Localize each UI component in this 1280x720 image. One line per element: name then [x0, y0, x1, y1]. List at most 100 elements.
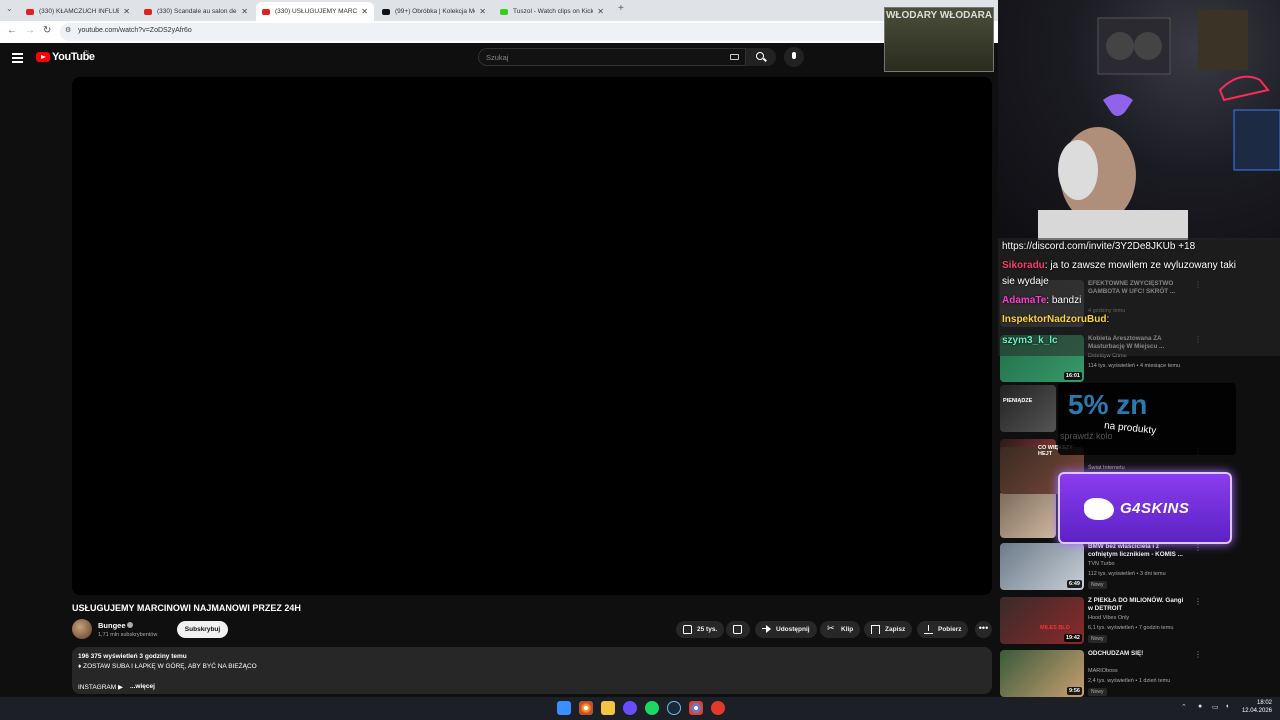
video-thumbnail[interactable]: 6:49 [1000, 543, 1084, 590]
close-icon[interactable]: ✕ [123, 7, 130, 16]
recommended-video[interactable]: 19:42 Z PIEKŁA DO MILIONÓW. Gangi w DETRO… [1000, 597, 1205, 644]
promo-discount-text: 5% zn [1068, 389, 1148, 420]
close-icon[interactable]: ✕ [479, 7, 486, 16]
steam-icon[interactable] [667, 701, 681, 715]
tab-label: (330) USŁUGUJEMY MARCINO... [275, 8, 358, 15]
search-placeholder: Szukaj [486, 53, 509, 62]
tab-label: (330) KŁAMCZUCH INFLUENCE... [39, 8, 120, 15]
tab-1[interactable]: (330) KŁAMCZUCH INFLUENCE... ✕ [20, 2, 136, 21]
recommended-meta: 6,1 tys. wyświetleń • 7 godzin temu [1088, 625, 1174, 631]
keyboard-icon[interactable] [730, 54, 739, 60]
monitor-tray-icon[interactable]: ▭ [1212, 703, 1219, 711]
recommended-title[interactable]: BMW bez właściciela i z cofniętym liczni… [1088, 543, 1188, 559]
recommended-video[interactable]: 6:49 BMW bez właściciela i z cofniętym li… [1000, 543, 1205, 590]
tab-label: (99+) Obróbka | Kolekcja Mój Si... [395, 8, 475, 15]
video-thumbnail[interactable]: 9:56 [1000, 650, 1084, 697]
menu-icon[interactable] [12, 53, 23, 63]
scissors-icon [827, 623, 836, 634]
poster-text: WŁODARY WŁODARA [885, 10, 993, 21]
reload-icon[interactable]: ↻ [43, 25, 51, 36]
more-options-icon[interactable]: ⋮ [1194, 650, 1202, 659]
share-button[interactable]: Udostępnij [755, 621, 817, 638]
tab-3-active[interactable]: (330) USŁUGUJEMY MARCINO... ✕ [256, 2, 374, 21]
video-thumbnail[interactable] [1000, 491, 1056, 538]
youtube-icon [144, 8, 152, 15]
spotify-icon[interactable] [645, 701, 659, 715]
file-explorer-icon[interactable] [601, 701, 615, 715]
stream-chat-overlay: https://discord.com/invite/3Y2De8JKUb +1… [998, 238, 1280, 356]
channel-name[interactable]: Bungee [98, 621, 126, 630]
close-icon[interactable]: ✕ [361, 7, 368, 16]
windows-start-icon[interactable] [557, 701, 571, 715]
speaker-tray-icon[interactable]: ◖ [1225, 703, 1229, 710]
chrome-alt-icon[interactable] [689, 701, 703, 715]
chat-message: sie wydaje [1002, 276, 1049, 287]
site-info-icon[interactable]: ⚙ [65, 26, 71, 34]
tiktok-icon [382, 8, 390, 15]
forward-icon[interactable]: → [25, 25, 35, 36]
download-button[interactable]: Pobierz [917, 621, 969, 638]
tab-list-icon[interactable]: ⌄ [6, 4, 13, 13]
tab-4[interactable]: (99+) Obróbka | Kolekcja Mój Si... ✕ [376, 2, 492, 21]
tray-chevron-icon[interactable]: ⌃ [1181, 703, 1187, 711]
thumbnail-caption: PIENIĄDZE [1003, 398, 1033, 404]
chrome-icon[interactable] [579, 701, 593, 715]
more-options-icon[interactable]: ⋮ [1194, 597, 1202, 606]
thumbnail-caption: MILES BLO [1040, 625, 1070, 631]
promo-hint: sprawdź kolo [1060, 431, 1113, 441]
new-badge: Nowy [1088, 581, 1107, 589]
clip-button[interactable]: Klip [820, 621, 861, 638]
back-icon[interactable]: ← [7, 25, 17, 36]
more-actions-button[interactable]: ••• [975, 621, 992, 638]
youtube-icon [262, 8, 270, 15]
video-title: USŁUGUJEMY MARCINOWI NAJMANOWI PRZEZ 24H [72, 603, 301, 613]
streamer-webcam [998, 0, 1280, 240]
youtube-icon [26, 8, 34, 15]
url-field[interactable]: ⚙ youtube.com/watch?v=ZoDS2yAfr6o [60, 23, 940, 41]
app-icon[interactable] [711, 701, 725, 715]
like-button[interactable]: 25 tys. [676, 621, 725, 638]
download-icon [924, 625, 933, 635]
video-thumbnail[interactable]: 19:42 [1000, 597, 1084, 644]
video-player[interactable] [72, 77, 992, 595]
chat-user: szym3_k_lc [1002, 335, 1058, 346]
save-button[interactable]: Zapisz [864, 621, 913, 638]
new-tab-icon[interactable]: + [618, 3, 624, 14]
chat-message: AdamaTe: bandzi [1002, 295, 1081, 306]
voice-search-button[interactable] [784, 47, 804, 67]
recommended-channel[interactable]: TVN Turbo [1088, 561, 1115, 567]
close-icon[interactable]: ✕ [241, 7, 248, 16]
chat-message: InspektorNadzoruBud: [1002, 314, 1109, 325]
video-thumbnail[interactable] [1000, 385, 1056, 432]
search-button[interactable] [746, 48, 776, 66]
recommended-channel[interactable]: Hood Vibes Only [1088, 615, 1129, 621]
tab-label: Tuszol - Watch clips on Kick [513, 8, 594, 15]
taskbar-clock[interactable]: 18:02 12.04.2026 [1238, 700, 1272, 716]
recommended-channel[interactable]: Świat Internetu [1088, 465, 1125, 471]
search-icon [756, 52, 764, 60]
poster-image: WŁODARY WŁODARA [884, 7, 994, 72]
dislike-button[interactable] [726, 621, 750, 638]
discord-icon[interactable] [623, 701, 637, 715]
verified-icon [127, 622, 133, 628]
youtube-logo-icon[interactable] [36, 52, 50, 62]
microphone-tray-icon[interactable]: ● [1198, 703, 1202, 710]
video-duration: 9:56 [1066, 687, 1082, 695]
tab-2[interactable]: (330) Scandale au salon de l'agr... ✕ [138, 2, 254, 21]
more-options-icon[interactable]: ⋮ [1194, 543, 1202, 552]
search-input[interactable]: Szukaj [478, 48, 746, 66]
recommended-title[interactable]: Z PIEKŁA DO MILIONÓW. Gangi w DETROIT [1088, 597, 1188, 613]
video-description[interactable]: 196 375 wyświetleń 3 godziny temu ♦ ZOST… [72, 647, 992, 694]
channel-avatar[interactable] [72, 619, 92, 639]
chat-user: AdamaTe [1002, 295, 1047, 306]
close-icon[interactable]: ✕ [597, 7, 604, 16]
recommended-title[interactable]: ODCHUDZAM SIĘ! [1088, 650, 1188, 658]
tab-label: (330) Scandale au salon de l'agr... [157, 8, 237, 15]
subscribe-button[interactable]: Subskrybuj [177, 621, 228, 638]
recommended-channel[interactable]: MARIOboss [1088, 668, 1118, 674]
microphone-icon [792, 52, 796, 59]
show-more-link[interactable]: ...więcej [130, 683, 155, 690]
tab-5[interactable]: Tuszol - Watch clips on Kick ✕ [494, 2, 610, 21]
promo-overlay: 5% zn na produkty sprawdź kolo [1058, 383, 1236, 455]
recommended-video[interactable]: 9:56 ODCHUDZAM SIĘ! MARIOboss 2,4 tys. wyśw… [1000, 650, 1205, 697]
